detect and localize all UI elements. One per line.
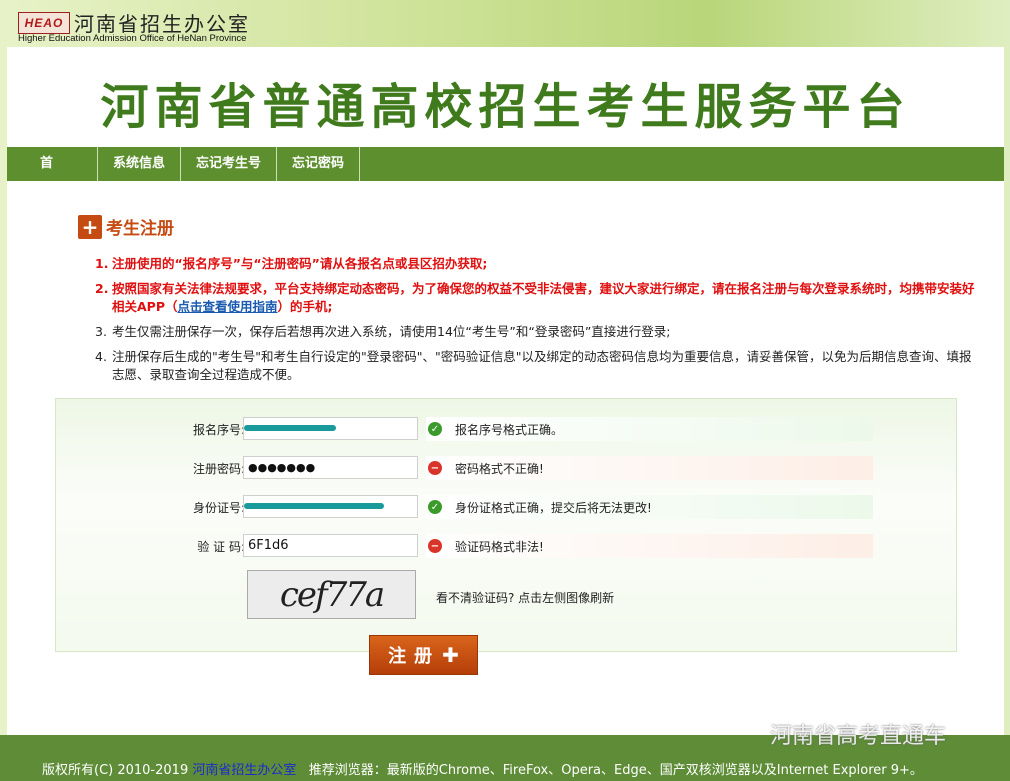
note-text: 注册使用的“报名序号”与“注册密码”请从各报名点或县区招办获取; <box>112 256 488 271</box>
note-item: 2. 按照国家有关法律法规要求，平台支持绑定动态密码，为了确保您的权益不受非法侵害… <box>95 280 975 316</box>
org-name-en: Higher Education Admission Office of HeN… <box>18 33 247 44</box>
note-item: 1. 注册使用的“报名序号”与“注册密码”请从各报名点或县区招办获取; <box>95 255 975 273</box>
page-title: 河南省普通高校招生考生服务平台 <box>100 79 911 135</box>
notes-list: 1. 注册使用的“报名序号”与“注册密码”请从各报名点或县区招办获取; 2. 按照国… <box>95 255 975 391</box>
logo-mark: HEAO <box>18 11 70 34</box>
error-icon: − <box>428 461 442 475</box>
validation-message: − 密码格式不正确! <box>426 456 873 480</box>
captcha-input[interactable]: 6F1d6 <box>243 534 418 557</box>
field-label: 验 证 码: <box>197 540 245 554</box>
nav-forgot-password[interactable]: 忘记密码 <box>277 147 361 181</box>
field-label: 报名序号: <box>192 423 245 437</box>
field-label: 注册密码: <box>192 462 245 476</box>
password-input[interactable]: ●●●●●●● <box>243 456 418 479</box>
plus-icon: ✚ <box>442 643 459 667</box>
section-title: 考生注册 <box>106 219 174 239</box>
form-row-captcha: 验 证 码: 6F1d6 − 验证码格式非法! <box>56 534 958 558</box>
check-icon: ✓ <box>428 500 442 514</box>
id-number-input[interactable] <box>243 495 418 518</box>
message-text: 报名序号格式正确。 <box>455 422 564 437</box>
note-item: 4. 注册保存后生成的"考生号"和考生自行设定的"登录密码"、"密码验证信息"以及… <box>95 348 975 384</box>
form-row-id-number: 身份证号: ✓ 身份证格式正确，提交后将无法更改! <box>56 495 958 519</box>
validation-message: ✓ 报名序号格式正确。 <box>426 417 873 441</box>
note-number: 4. <box>95 349 107 364</box>
input-value: 6F1d6 <box>248 538 289 553</box>
nav-home[interactable]: 首页 <box>7 147 98 205</box>
registration-form: 报名序号: ✓ 报名序号格式正确。 注册密码: ●●●●●●● − 密码格式不正确!… <box>55 398 957 652</box>
error-icon: − <box>428 539 442 553</box>
note-text: 注册保存后生成的"考生号"和考生自行设定的"登录密码"、"密码验证信息"以及绑定… <box>112 349 972 382</box>
validation-message: ✓ 身份证格式正确，提交后将无法更改! <box>426 495 873 519</box>
message-text: 身份证格式正确，提交后将无法更改! <box>455 500 652 515</box>
redaction-mark <box>244 503 384 509</box>
field-label: 身份证号: <box>192 501 245 515</box>
top-banner: HEAO 河南省招生办公室 Higher Education Admission… <box>0 0 1010 47</box>
copyright-text: 版权所有(C) 2010-2019 <box>42 763 189 778</box>
nav-forgot-exam-number[interactable]: 忘记考生号 <box>181 147 278 181</box>
org-link[interactable]: 河南省招生办公室 <box>192 763 296 778</box>
form-row-password: 注册密码: ●●●●●●● − 密码格式不正确! <box>56 456 958 480</box>
message-text: 验证码格式非法! <box>455 539 544 554</box>
watermark: 河南省高考直通车 <box>770 724 947 749</box>
message-text: 密码格式不正确! <box>455 461 544 476</box>
form-row-application-number: 报名序号: ✓ 报名序号格式正确。 <box>56 417 958 441</box>
note-item: 3. 考生仅需注册保存一次，保存后若想再次进入系统，请使用14位“考生号”和“登录… <box>95 323 975 341</box>
redaction-mark <box>244 425 336 431</box>
input-value: ●●●●●●● <box>248 461 316 474</box>
nav-bar: 首页 系统信息 忘记考生号 忘记密码 <box>7 147 1004 205</box>
note-text-part: ）的手机; <box>277 299 333 314</box>
note-number: 2. <box>95 281 109 296</box>
note-number: 3. <box>95 324 107 339</box>
plus-icon: + <box>78 214 102 239</box>
section-header: + 考生注册 <box>78 214 174 239</box>
captcha-hint: 看不清验证码? 点击左侧图像刷新 <box>436 591 615 605</box>
nav-system-info[interactable]: 系统信息 <box>98 147 182 181</box>
main-panel: 河南省普通高校招生考生服务平台 首页 系统信息 忘记考生号 忘记密码 + 考生注… <box>7 47 1004 735</box>
validation-message: − 验证码格式非法! <box>426 534 873 558</box>
note-text: 按照国家有关法律法规要求，平台支持绑定动态密码，为了确保您的权益不受非法侵害，建… <box>112 280 975 316</box>
register-label: 注册 <box>388 646 441 667</box>
application-number-input[interactable] <box>243 417 418 440</box>
note-number: 1. <box>95 256 109 271</box>
usage-guide-link[interactable]: 点击查看使用指南 <box>178 299 278 314</box>
browser-recommendation: 推荐浏览器：最新版的Chrome、FireFox、Opera、Edge、国产双核… <box>308 763 923 778</box>
captcha-image[interactable]: cef77a <box>247 570 416 619</box>
register-button[interactable]: 注册 ✚ <box>369 635 478 675</box>
check-icon: ✓ <box>428 422 442 436</box>
note-text: 考生仅需注册保存一次，保存后若想再次进入系统，请使用14位“考生号”和“登录密码… <box>112 324 671 339</box>
